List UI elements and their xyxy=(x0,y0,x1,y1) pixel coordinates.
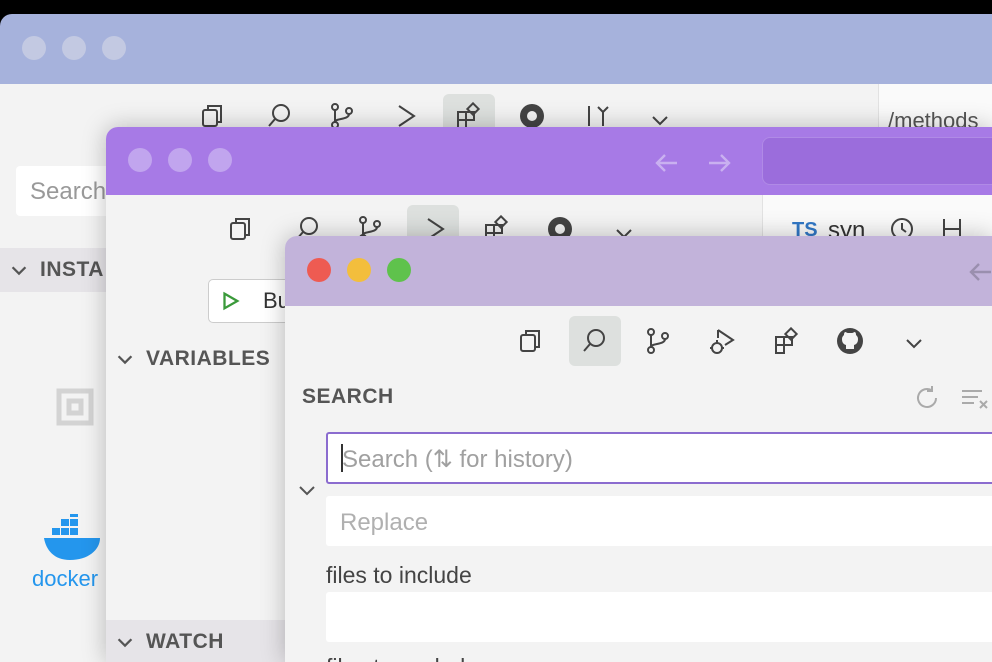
section-watch-label: WATCH xyxy=(146,630,224,653)
replace-input[interactable]: Replace xyxy=(326,496,992,546)
chevron-down-icon xyxy=(117,355,133,365)
back-arrow-icon[interactable] xyxy=(651,147,683,179)
clear-results-icon[interactable] xyxy=(959,382,991,414)
section-installed-label: INSTA xyxy=(40,258,104,281)
close-button[interactable] xyxy=(128,148,152,172)
minimize-button[interactable] xyxy=(168,148,192,172)
explorer-icon[interactable] xyxy=(514,325,546,357)
section-installed[interactable]: INSTA xyxy=(0,248,120,292)
maximize-button[interactable] xyxy=(208,148,232,172)
forward-arrow-icon[interactable] xyxy=(703,147,735,179)
minimize-button[interactable] xyxy=(62,36,86,60)
extensions-icon[interactable] xyxy=(770,325,802,357)
search-icon[interactable] xyxy=(579,325,611,357)
close-button[interactable] xyxy=(307,258,331,282)
chevron-down-icon[interactable] xyxy=(898,327,930,359)
files-to-exclude-label: files to exclude xyxy=(326,654,478,662)
search-placeholder: Search xyxy=(30,178,107,205)
play-icon xyxy=(223,291,240,311)
close-button[interactable] xyxy=(22,36,46,60)
chevron-down-icon xyxy=(117,638,133,648)
command-center[interactable] xyxy=(762,137,992,185)
window-middle-titlebar xyxy=(106,127,992,195)
files-to-include-input[interactable] xyxy=(326,592,992,642)
section-watch[interactable]: WATCH xyxy=(106,620,296,662)
maximize-button[interactable] xyxy=(102,36,126,60)
window-front: SEARCH Search (⇅ for history) Replace fi… xyxy=(285,236,992,662)
window-back-titlebar xyxy=(0,14,992,84)
back-arrow-icon[interactable] xyxy=(965,256,992,288)
source-control-icon[interactable] xyxy=(642,325,674,357)
toggle-replace-chevron-icon[interactable] xyxy=(293,476,321,504)
maximize-button[interactable] xyxy=(387,258,411,282)
docker-label: docker xyxy=(32,566,99,591)
github-icon[interactable] xyxy=(834,325,866,357)
refresh-icon[interactable] xyxy=(911,382,943,414)
section-variables-label: VARIABLES xyxy=(146,347,271,370)
files-to-include-label: files to include xyxy=(326,562,472,588)
docker-icon xyxy=(40,514,110,562)
explorer-icon[interactable] xyxy=(224,213,256,245)
chevron-down-icon xyxy=(11,266,27,276)
window-front-body: SEARCH Search (⇅ for history) Replace fi… xyxy=(285,306,992,662)
section-variables[interactable]: VARIABLES xyxy=(106,337,296,381)
run-debug-icon[interactable] xyxy=(706,325,738,357)
replace-placeholder: Replace xyxy=(340,509,429,536)
panel-title: SEARCH xyxy=(302,385,394,408)
search-input[interactable]: Search (⇅ for history) xyxy=(326,432,992,484)
minimize-button[interactable] xyxy=(347,258,371,282)
search-placeholder: Search (⇅ for history) xyxy=(342,446,573,473)
extension-placeholder-icon xyxy=(52,384,98,430)
window-front-titlebar xyxy=(285,236,992,306)
